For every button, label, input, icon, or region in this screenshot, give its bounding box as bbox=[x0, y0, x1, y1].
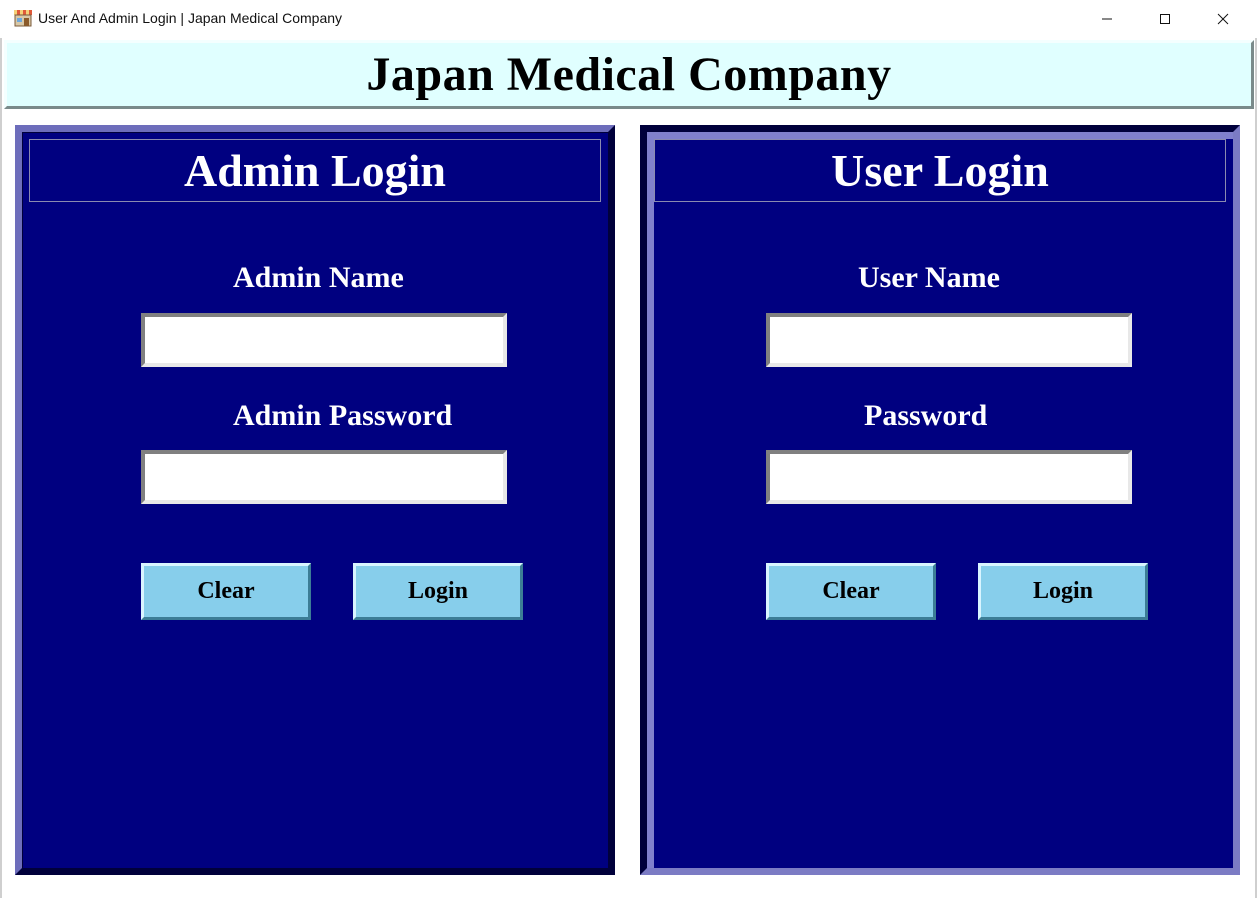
user-login-heading: User Login bbox=[831, 145, 1049, 196]
admin-name-label: Admin Name bbox=[233, 261, 404, 294]
admin-clear-button[interactable]: Clear bbox=[141, 563, 311, 620]
admin-panel-inner: Admin Login Admin Name Admin Password Cl… bbox=[22, 132, 608, 868]
admin-login-panel: Admin Login Admin Name Admin Password Cl… bbox=[15, 125, 615, 875]
maximize-button[interactable] bbox=[1136, 0, 1194, 38]
minimize-button[interactable] bbox=[1078, 0, 1136, 38]
user-name-input[interactable] bbox=[766, 313, 1132, 367]
user-password-label: Password bbox=[864, 399, 988, 432]
admin-login-button[interactable]: Login bbox=[353, 563, 523, 620]
user-login-panel: User Login User Name Password Clear Logi… bbox=[640, 125, 1240, 875]
close-icon bbox=[1217, 13, 1229, 25]
window-title: User And Admin Login | Japan Medical Com… bbox=[38, 10, 343, 26]
user-clear-button[interactable]: Clear bbox=[766, 563, 936, 620]
maximize-icon bbox=[1160, 14, 1170, 24]
user-panel-inner: User Login User Name Password Clear Logi… bbox=[647, 132, 1233, 868]
user-name-label: User Name bbox=[858, 261, 1000, 294]
minimize-icon bbox=[1102, 18, 1112, 20]
admin-login-heading-box: Admin Login bbox=[29, 139, 601, 202]
company-title: Japan Medical Company bbox=[366, 48, 892, 101]
user-password-input[interactable] bbox=[766, 450, 1132, 504]
user-login-heading-box: User Login bbox=[654, 139, 1226, 202]
admin-login-heading: Admin Login bbox=[183, 145, 447, 196]
admin-password-label: Admin Password bbox=[233, 399, 453, 432]
company-header: Japan Medical Company bbox=[4, 40, 1254, 109]
store-icon bbox=[13, 9, 33, 27]
user-login-button[interactable]: Login bbox=[978, 563, 1148, 620]
close-button[interactable] bbox=[1194, 0, 1252, 38]
admin-name-input[interactable] bbox=[141, 313, 507, 367]
admin-password-input[interactable] bbox=[141, 450, 507, 504]
window-titlebar[interactable]: User And Admin Login | Japan Medical Com… bbox=[0, 0, 1257, 38]
